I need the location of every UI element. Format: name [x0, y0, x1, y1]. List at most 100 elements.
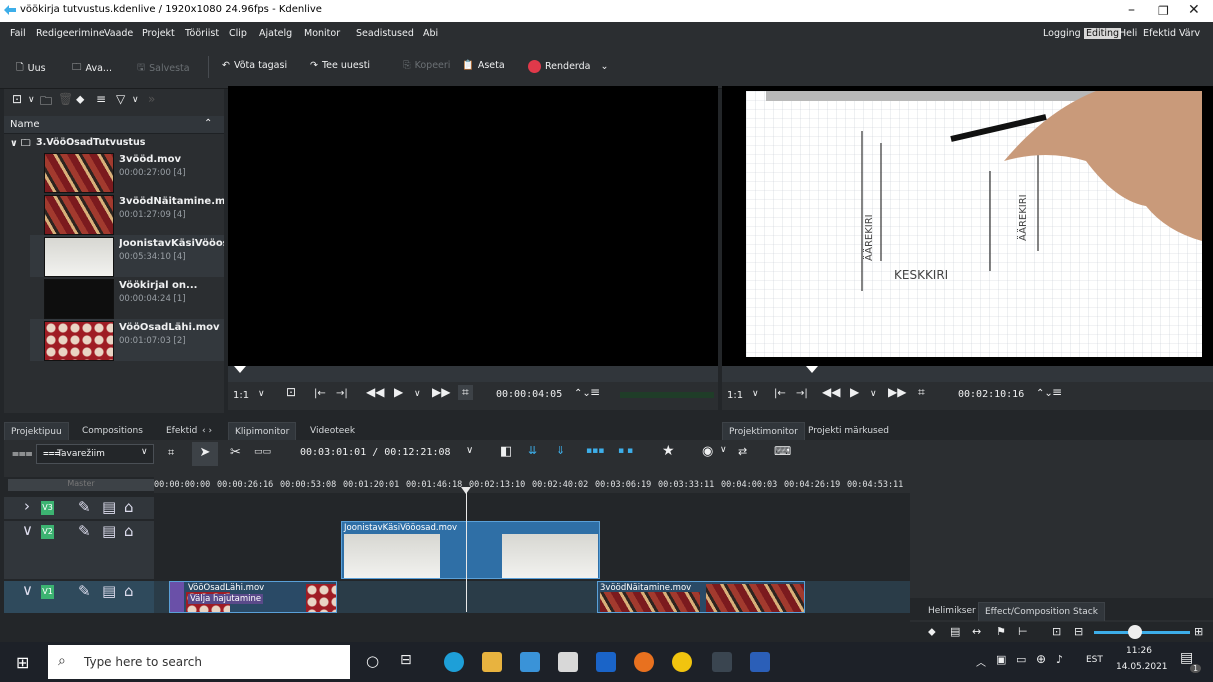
chevron-down-icon[interactable]: ∨	[258, 389, 265, 399]
track-header-v1[interactable]: ∨ V1 ✎ ▤ ⌂	[4, 581, 154, 613]
set-in-icon[interactable]: |←	[774, 388, 786, 399]
input-language[interactable]: EST	[1086, 655, 1103, 665]
filter-icon[interactable]: ▽	[116, 92, 125, 106]
master-button[interactable]: Master	[8, 479, 154, 491]
fit-icon[interactable]: ⊡	[286, 385, 296, 399]
chevron-down-icon[interactable]: ∨	[720, 445, 727, 455]
workspace-efektid[interactable]: Efektid	[1141, 28, 1178, 39]
track-header-v3[interactable]: › V3 ✎ ▤ ⌂	[4, 497, 154, 519]
set-in-icon[interactable]: |←	[314, 388, 326, 399]
task-view-icon[interactable]: ⊟	[400, 652, 412, 668]
insert-icon[interactable]: ⇊	[528, 444, 537, 457]
add-clip-icon[interactable]: ⊡	[12, 92, 22, 106]
chrome-icon[interactable]	[672, 652, 692, 672]
lock-icon[interactable]: ⌂	[124, 498, 134, 516]
zoom-slider-handle[interactable]	[1128, 625, 1142, 639]
menu-icon[interactable]: ≡	[96, 92, 106, 106]
menu-redigeerimine[interactable]: Redigeerimine	[36, 28, 105, 39]
minimize-icon[interactable]: –	[1128, 2, 1135, 18]
zoom-fit-icon[interactable]: ⊡	[1052, 625, 1061, 638]
timeline-mode-select[interactable]: ⩶ Tavarežiim ∨	[36, 444, 154, 464]
tag-icon[interactable]: ⬥	[76, 92, 84, 107]
effect-wand-icon[interactable]: ✎	[78, 582, 91, 600]
zoom-in-icon[interactable]: ⊞	[1194, 625, 1203, 638]
tab-scroll-arrows-icon[interactable]: ‹ ›	[196, 422, 218, 440]
menu-monitor[interactable]: Monitor	[304, 28, 340, 39]
mixer-icon[interactable]: ⇄	[738, 445, 747, 458]
menu-tooriist[interactable]: Tööriist	[185, 28, 219, 39]
redo-button[interactable]: ↷ Tee uuesti	[310, 60, 370, 71]
extract-icon[interactable]: ▪▪▪	[586, 446, 604, 456]
menu-clip[interactable]: Clip	[229, 28, 247, 39]
bin-folder[interactable]: ∨ 🗀 3.VööOsadTutvustus	[4, 136, 224, 150]
overwrite-icon[interactable]: ⇓	[556, 444, 565, 457]
flag-icon[interactable]: ⚑	[996, 625, 1006, 638]
clock-date[interactable]: 14.05.2021	[1116, 662, 1168, 672]
menu-fail[interactable]: Fail	[10, 28, 26, 39]
play-icon[interactable]: ▶	[394, 385, 403, 399]
workspace-logging[interactable]: Logging	[1041, 28, 1083, 39]
tag-icon[interactable]: ⬥	[928, 625, 936, 639]
clock-time[interactable]: 11:26	[1126, 646, 1152, 656]
firefox-icon[interactable]	[634, 652, 654, 672]
set-out-icon[interactable]: →|	[336, 388, 348, 399]
film-icon[interactable]: ▤	[950, 625, 960, 638]
bin-clip[interactable]: VööOsadLähi.mov 00:01:07:03 [2]	[30, 319, 224, 361]
playhead-marker[interactable]	[234, 366, 246, 373]
workspace-varv[interactable]: Värv	[1177, 28, 1202, 39]
keyboard-icon[interactable]: ⌨	[774, 444, 791, 458]
render-button[interactable]: Renderda ⌄	[528, 60, 608, 73]
select-tool-icon[interactable]: ➤	[192, 442, 218, 466]
maximize-icon[interactable]: ❐	[1158, 4, 1169, 18]
spin-icon[interactable]: ⌃⌄	[1036, 388, 1053, 399]
project-monitor-ruler[interactable]	[722, 366, 1213, 382]
file-explorer-icon[interactable]	[482, 652, 502, 672]
chevron-down-icon[interactable]: ∨	[132, 95, 139, 105]
tab-helimikser[interactable]: Helimikser	[922, 602, 982, 620]
chevron-down-icon[interactable]: ∨	[414, 389, 421, 399]
battery-icon[interactable]: ▭	[1016, 653, 1026, 666]
effect-wand-icon[interactable]: ✎	[78, 522, 91, 540]
spacer-tool-icon[interactable]: ⌗	[168, 446, 174, 460]
tab-projekti-markused[interactable]: Projekti märkused	[802, 422, 895, 440]
tab-projektimonitor[interactable]: Projektimonitor	[722, 422, 805, 441]
delete-icon[interactable]: 🗑	[58, 92, 73, 106]
track-settings-icon[interactable]: ⩶	[12, 446, 33, 461]
menu-abi[interactable]: Abi	[423, 28, 438, 39]
track-header-v2[interactable]: ∨ V2 ✎ ▤ ⌂	[4, 521, 154, 579]
cortana-icon[interactable]: ○	[366, 652, 379, 670]
zone-icon[interactable]: ◧	[500, 444, 512, 459]
project-timecode[interactable]: 00:02:10:16	[958, 389, 1024, 400]
copy-button[interactable]: ⎘ Kopeeri	[403, 60, 450, 71]
set-out-icon[interactable]: →|	[796, 388, 808, 399]
film-icon[interactable]: ▤	[102, 498, 116, 516]
lock-icon[interactable]: ⌂	[124, 582, 134, 600]
windows-start-icon[interactable]: ⊞	[16, 653, 29, 672]
chevron-down-icon[interactable]: ∨	[22, 521, 33, 539]
tray-app-icon[interactable]: ▣	[996, 653, 1006, 666]
tab-projektipuu[interactable]: Projektipuu	[4, 422, 69, 441]
forward-icon[interactable]: ▶▶	[432, 385, 450, 399]
lock-icon[interactable]: ⌂	[124, 522, 134, 540]
bin-clip[interactable]: Vöökirjal on... 00:00:04:24 [1]	[30, 277, 224, 319]
crop-icon[interactable]: ⌗	[458, 385, 473, 400]
save-button[interactable]: 🖫 Salvesta	[137, 60, 190, 76]
menu-seadistused[interactable]: Seadistused	[356, 28, 414, 39]
chevron-down-icon[interactable]: ∨	[466, 445, 473, 456]
new-button[interactable]: 🗋 Uus	[16, 60, 46, 76]
edge-icon[interactable]	[444, 652, 464, 672]
notification-icon[interactable]: ▤	[1180, 650, 1193, 666]
film-icon[interactable]: ▤	[102, 582, 116, 600]
zoom-label[interactable]: 1:1	[727, 390, 743, 401]
kdenlive-taskbar-icon[interactable]	[712, 652, 732, 672]
razor-tool-icon[interactable]: ✂	[230, 445, 241, 460]
menu-vaade[interactable]: Vaade	[104, 28, 133, 39]
zoom-slider[interactable]	[1094, 631, 1190, 634]
more-icon[interactable]: »	[148, 92, 155, 106]
chevron-down-icon[interactable]: ∨	[870, 389, 877, 399]
paste-button[interactable]: 📋 Aseta	[462, 60, 505, 71]
timeline-clip-v2[interactable]: JoonistavKäsiVööosad.mov	[341, 521, 600, 579]
crop-icon[interactable]: ⌗	[914, 385, 929, 400]
workspace-heli[interactable]: Heli	[1117, 28, 1139, 39]
close-icon[interactable]: ✕	[1188, 2, 1200, 18]
